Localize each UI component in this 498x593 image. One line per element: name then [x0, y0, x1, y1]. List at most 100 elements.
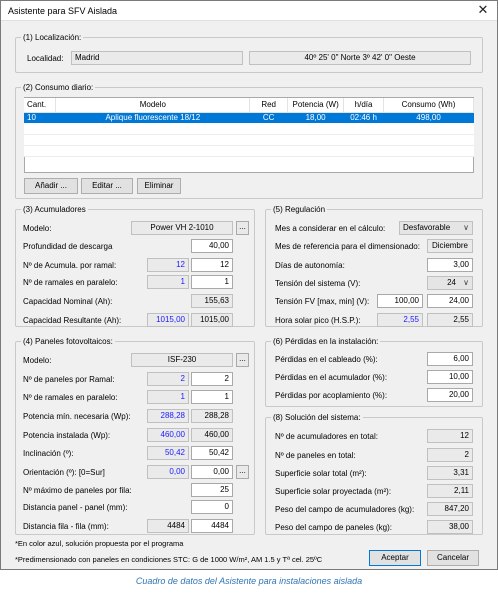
orientacion-proposed: 0,00 [147, 465, 189, 479]
max-paneles-fila-input[interactable]: 25 [191, 483, 233, 497]
consumo-legend: (2) Consumo diario: [21, 82, 96, 93]
inclinacion-label: Inclinación (º): [23, 449, 74, 458]
profundidad-input[interactable]: 40,00 [191, 239, 233, 253]
paneles-ramal-input[interactable]: 2 [191, 372, 233, 386]
capacidad-resultante-field: 1015,00 [191, 313, 233, 327]
window-title: Asistente para SFV Aislada [8, 6, 118, 16]
paneles-ramal-proposed: 2 [147, 372, 189, 386]
profundidad-label: Profundidad de descarga [23, 242, 113, 251]
table-row [24, 134, 474, 146]
superficie-proyectada-field: 2,11 [427, 484, 473, 498]
distancia-panel-input[interactable]: 0 [191, 500, 233, 514]
perdidas-acumulador-input[interactable]: 10,00 [427, 370, 473, 384]
distancia-panel-label: Distancia panel - panel (mm): [23, 503, 128, 512]
acum-ramales-label: Nº de ramales en paralelo: [23, 278, 118, 287]
dias-autonomia-input[interactable]: 3,00 [427, 258, 473, 272]
distancia-fila-input[interactable]: 4484 [191, 519, 233, 533]
acumula-ramal-input[interactable]: 12 [191, 258, 233, 272]
inclinacion-proposed: 50,42 [147, 446, 189, 460]
col-potencia[interactable]: Potencia (W) [287, 98, 345, 113]
paneles-legend: (4) Paneles fotovoltaicos: [21, 336, 115, 347]
edit-button[interactable]: Editar ... [81, 178, 133, 194]
col-red[interactable]: Red [249, 98, 289, 113]
tension-fv-min-input[interactable]: 24,00 [427, 294, 473, 308]
hsp-field: 2,55 [427, 313, 473, 327]
perdidas-cableado-input[interactable]: 6,00 [427, 352, 473, 366]
peso-acumuladores-label: Peso del campo de acumuladores (kg): [275, 505, 415, 514]
perdidas-acoplamiento-input[interactable]: 20,00 [427, 388, 473, 402]
mes-calculo-select[interactable]: Desfavorable ∨ [399, 221, 473, 235]
table-row[interactable]: 10 Aplique fluorescente 18/12 CC 18,00 0… [24, 112, 474, 123]
acum-modelo-field: Power VH 2-1010 [131, 221, 233, 235]
peso-paneles-field: 38,00 [427, 520, 473, 534]
cell-potencia: 18,00 [287, 112, 344, 123]
close-icon[interactable]: ✕ [475, 2, 491, 18]
panel-modelo-field: ISF-230 [131, 353, 233, 367]
mes-calculo-label: Mes a considerar en el cálculo: [275, 224, 386, 233]
perdidas-legend: (6) Pérdidas en la instalación: [271, 336, 381, 347]
potencia-min-field: 288,28 [191, 409, 233, 423]
acumula-ramal-proposed: 12 [147, 258, 189, 272]
localidad-label: Localidad: [27, 54, 64, 63]
paneles-total-label: Nº de paneles en total: [275, 451, 356, 460]
col-modelo[interactable]: Modelo [55, 98, 251, 113]
superficie-proyectada-label: Superficie solar proyectada (m²): [275, 487, 392, 496]
cell-consumo: 498,00 [383, 112, 474, 123]
delete-button[interactable]: Eliminar [137, 178, 181, 194]
coordinates-field: 40º 25' 0" Norte 3º 42' 0" Oeste [249, 51, 471, 65]
acumuladores-legend: (3) Acumuladores [21, 204, 88, 215]
acum-modelo-browse-button[interactable]: ... [236, 221, 249, 235]
superficie-total-label: Superficie solar total (m²): [275, 469, 367, 478]
tension-sistema-value: 24 [447, 278, 456, 287]
mes-referencia-field: Diciembre [427, 239, 473, 253]
solucion-legend: (8) Solución del sistema: [271, 412, 363, 423]
capacidad-resultante-proposed: 1015,00 [147, 313, 189, 327]
acum-modelo-label: Modelo: [23, 224, 52, 233]
paneles-ramales-label: Nº de ramales en paralelo: [23, 393, 118, 402]
add-button[interactable]: Añadir ... [24, 178, 78, 194]
table-row [24, 123, 474, 135]
acum-total-label: Nº de acumuladores en total: [275, 432, 378, 441]
superficie-total-field: 3,31 [427, 466, 473, 480]
acum-ramales-input[interactable]: 1 [191, 275, 233, 289]
chevron-down-icon: ∨ [463, 278, 469, 287]
tension-sistema-label: Tensión del sistema (V): [275, 279, 361, 288]
note-stc: *Predimensionado con paneles en condicio… [15, 555, 323, 564]
paneles-ramal-label: Nº de paneles por Ramal: [23, 375, 115, 384]
potencia-instalada-proposed: 460,00 [147, 428, 189, 442]
perdidas-cableado-label: Pérdidas en el cableado (%): [275, 355, 378, 364]
inclinacion-input[interactable]: 50,42 [191, 446, 233, 460]
cancel-button[interactable]: Cancelar [427, 550, 479, 566]
panel-modelo-label: Modelo: [23, 356, 52, 365]
potencia-min-label: Potencia mín. necesaria (Wp): [23, 412, 131, 421]
localidad-field: Madrid [71, 51, 243, 65]
orientacion-input[interactable]: 0,00 [191, 465, 233, 479]
perdidas-acumulador-label: Pérdidas en el acumulador (%): [275, 373, 388, 382]
table-row [24, 145, 474, 157]
paneles-ramales-input[interactable]: 1 [191, 390, 233, 404]
panel-modelo-browse-button[interactable]: ... [236, 353, 249, 367]
orientacion-browse-button[interactable]: ... [236, 465, 249, 479]
peso-acumuladores-field: 847,20 [427, 502, 473, 516]
dias-autonomia-label: Días de autonomía: [275, 261, 345, 270]
consumo-header-row: Cant. Modelo Red Potencia (W) h/día Cons… [24, 98, 474, 113]
chevron-down-icon: ∨ [463, 223, 469, 232]
mes-calculo-value: Desfavorable [403, 223, 451, 232]
regulacion-legend: (5) Regulación [271, 204, 328, 215]
col-cant[interactable]: Cant. [24, 98, 57, 113]
tension-sistema-select[interactable]: 24 ∨ [427, 276, 473, 290]
capacidad-resultante-label: Capacidad Resultante (Ah): [23, 316, 122, 325]
tension-fv-max-input[interactable]: 100,00 [377, 294, 423, 308]
consumo-table[interactable]: Cant. Modelo Red Potencia (W) h/día Cons… [24, 98, 474, 157]
col-consumo[interactable]: Consumo (Wh) [383, 98, 474, 113]
capacidad-nominal-field: 155,63 [191, 294, 233, 308]
perdidas-acoplamiento-label: Pérdidas por acoplamiento (%): [275, 391, 388, 400]
col-hdia[interactable]: h/día [343, 98, 385, 113]
paneles-total-field: 2 [427, 448, 473, 462]
acum-ramales-proposed: 1 [147, 275, 189, 289]
title-bar: Asistente para SFV Aislada ✕ [1, 1, 497, 21]
max-paneles-fila-label: Nº máximo de paneles por fila: [23, 486, 132, 495]
accept-button[interactable]: Aceptar [369, 550, 421, 566]
assistant-dialog: Asistente para SFV Aislada ✕ (1) Localiz… [0, 0, 498, 570]
capacidad-nominal-label: Capacidad Nominal (Ah): [23, 297, 113, 306]
